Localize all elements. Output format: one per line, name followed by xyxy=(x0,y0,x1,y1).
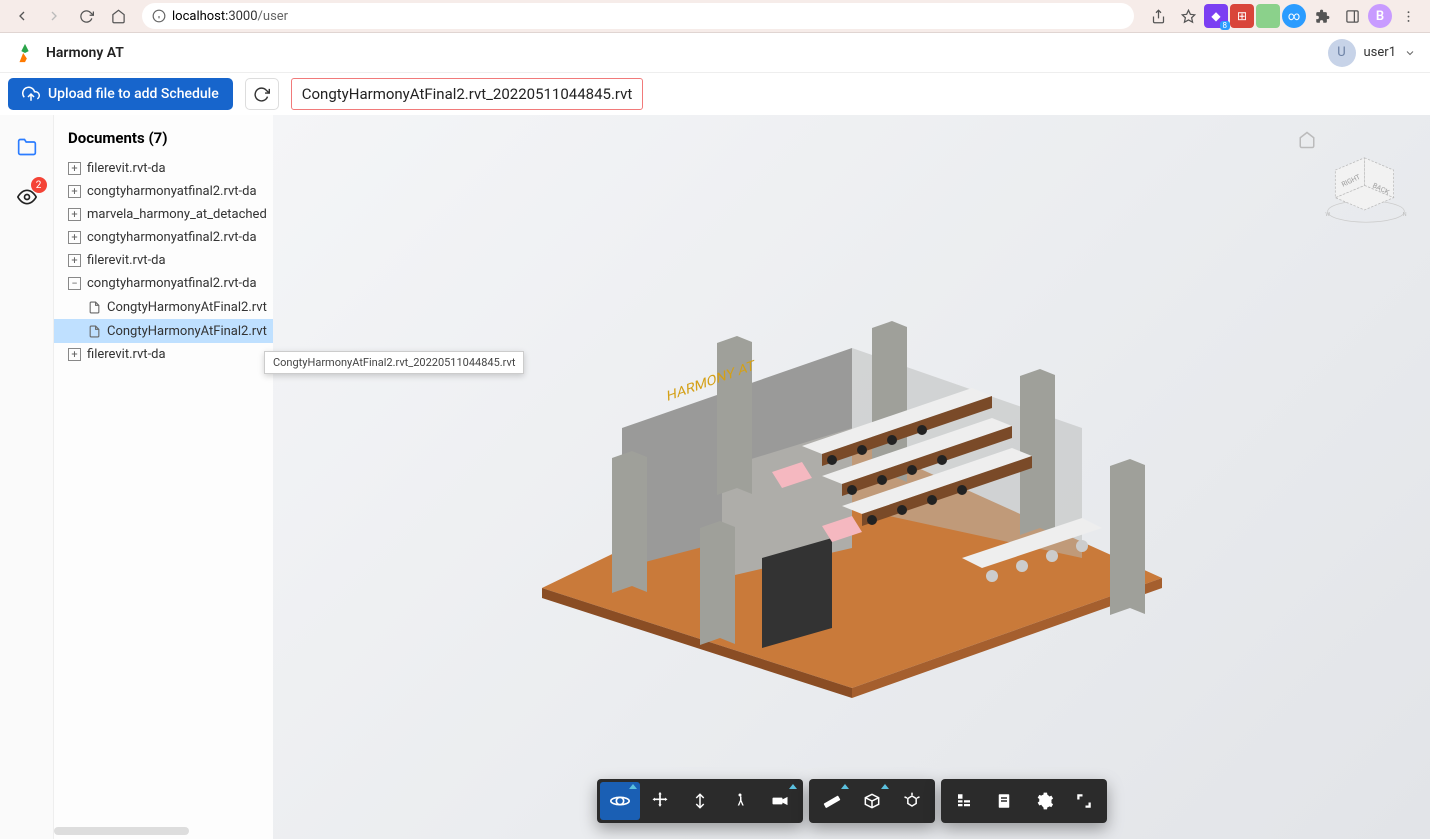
share-icon[interactable] xyxy=(1144,2,1172,30)
upload-label: Upload file to add Schedule xyxy=(48,86,219,102)
tree-sub-label: CongtyHarmonyAtFinal2.rvt xyxy=(107,300,267,315)
extension-green-icon[interactable] xyxy=(1256,4,1280,28)
scrollbar[interactable] xyxy=(54,827,189,835)
measure-button[interactable] xyxy=(812,782,852,820)
documents-panel: Documents (7) + filerevit.rvt-da + congtyha… xyxy=(54,115,273,839)
user-menu[interactable]: U user1 xyxy=(1328,39,1416,67)
document-tree: + filerevit.rvt-da + congtyharmonyatfinal2.… xyxy=(54,157,273,366)
forward-button[interactable] xyxy=(40,2,68,30)
info-icon xyxy=(152,9,166,23)
expand-icon[interactable]: + xyxy=(68,231,81,244)
bookmark-icon[interactable] xyxy=(1174,2,1202,30)
fullscreen-button[interactable] xyxy=(1064,782,1104,820)
svg-text:W: W xyxy=(1325,212,1330,218)
tree-item[interactable]: −congtyharmonyatfinal2.rvt-da xyxy=(54,272,273,295)
app-header: Harmony AT U user1 xyxy=(0,33,1430,73)
extensions-icon[interactable] xyxy=(1308,2,1336,30)
menu-icon[interactable] xyxy=(1394,2,1422,30)
collapse-icon[interactable]: − xyxy=(68,277,81,290)
refresh-icon xyxy=(253,86,270,103)
reload-button[interactable] xyxy=(72,2,100,30)
main: 2 Documents (7) + filerevit.rvt-da + congty… xyxy=(0,115,1430,839)
tree-item[interactable]: + filerevit.rvt-da xyxy=(54,157,273,180)
folder-icon[interactable] xyxy=(13,133,41,161)
camera-button[interactable] xyxy=(760,782,800,820)
orbit-button[interactable] xyxy=(600,782,640,820)
expand-icon[interactable]: + xyxy=(68,254,81,267)
tree-item-label: marvela_harmony_at_detached xyxy=(87,207,267,222)
logo-icon xyxy=(14,42,36,64)
panel-icon[interactable] xyxy=(1338,2,1366,30)
settings-button[interactable] xyxy=(1024,782,1064,820)
viewer-toolbar xyxy=(597,779,1107,823)
toolbar: Upload file to add Schedule CongtyHarmon… xyxy=(0,73,1430,115)
extension-red-icon[interactable]: ⊞ xyxy=(1230,4,1254,28)
properties-button[interactable] xyxy=(984,782,1024,820)
viewcube-home-icon[interactable] xyxy=(1298,131,1316,149)
explode-button[interactable] xyxy=(892,782,932,820)
expand-icon[interactable]: + xyxy=(68,185,81,198)
upload-button[interactable]: Upload file to add Schedule xyxy=(8,78,233,110)
chevron-down-icon xyxy=(1404,47,1416,59)
extension-purple-icon[interactable]: ◆ xyxy=(1204,4,1228,28)
notification-badge: 2 xyxy=(31,177,47,193)
model-browser-button[interactable] xyxy=(944,782,984,820)
panel-title: Documents (7) xyxy=(54,115,273,157)
extension-blue-icon[interactable]: ∞ xyxy=(1282,4,1306,28)
expand-icon[interactable]: + xyxy=(68,348,81,361)
zoom-button[interactable] xyxy=(680,782,720,820)
tree-item-label: congtyharmonyatfinal2.rvt-da xyxy=(87,230,257,245)
visibility-icon[interactable]: 2 xyxy=(13,183,41,211)
tree-item-label: filerevit.rvt-da xyxy=(87,161,166,176)
pan-button[interactable] xyxy=(640,782,680,820)
profile-avatar[interactable]: B xyxy=(1368,4,1392,28)
svg-text:N: N xyxy=(1403,212,1407,218)
toolbar-refresh-button[interactable] xyxy=(245,78,279,110)
brand-name: Harmony AT xyxy=(46,45,124,61)
back-button[interactable] xyxy=(8,2,36,30)
address-bar[interactable]: localhost:3000/user xyxy=(142,3,1134,29)
tree-item[interactable]: + marvela_harmony_at_detached xyxy=(54,203,273,226)
tree-item-label: filerevit.rvt-da xyxy=(87,253,166,268)
tree-item[interactable]: + congtyharmonyatfinal2.rvt-da xyxy=(54,226,273,249)
viewcube[interactable]: W N RIGHT BACK xyxy=(1320,151,1412,229)
viewcube-area: W N RIGHT BACK xyxy=(1292,131,1412,229)
section-button[interactable] xyxy=(852,782,892,820)
url-text: localhost:3000/user xyxy=(172,9,288,24)
tree-sub-item[interactable]: CongtyHarmonyAtFinal2.rvt xyxy=(54,319,273,343)
file-title-label: CongtyHarmonyAtFinal2.rvt_20220511044845… xyxy=(302,85,633,103)
model-illustration: HARMONY AT xyxy=(492,228,1212,698)
expand-icon[interactable]: + xyxy=(68,162,81,175)
tree-item[interactable]: + congtyharmonyatfinal2.rvt-da xyxy=(54,180,273,203)
home-button[interactable] xyxy=(104,2,132,30)
tree-sub-item[interactable]: CongtyHarmonyAtFinal2.rvt xyxy=(54,295,273,319)
walk-button[interactable] xyxy=(720,782,760,820)
browser-chrome: localhost:3000/user ◆ ⊞ ∞ B xyxy=(0,0,1430,33)
tree-sub-label: CongtyHarmonyAtFinal2.rvt xyxy=(107,324,267,339)
tree-item[interactable]: + filerevit.rvt-da xyxy=(54,343,273,366)
brand[interactable]: Harmony AT xyxy=(14,42,124,64)
tooltip: CongtyHarmonyAtFinal2.rvt_20220511044845… xyxy=(264,351,524,374)
tree-item[interactable]: + filerevit.rvt-da xyxy=(54,249,273,272)
user-name-label: user1 xyxy=(1364,45,1396,60)
tree-item-label: congtyharmonyatfinal2.rvt-da xyxy=(87,276,257,291)
user-avatar: U xyxy=(1328,39,1356,67)
left-rail: 2 xyxy=(0,115,54,839)
tree-item-label: congtyharmonyatfinal2.rvt-da xyxy=(87,184,257,199)
expand-icon[interactable]: + xyxy=(68,208,81,221)
cloud-upload-icon xyxy=(22,85,40,103)
tree-item-label: filerevit.rvt-da xyxy=(87,347,166,362)
viewer-3d[interactable]: W N RIGHT BACK xyxy=(273,115,1430,839)
browser-actions: ◆ ⊞ ∞ B xyxy=(1144,2,1422,30)
file-title-box[interactable]: CongtyHarmonyAtFinal2.rvt_20220511044845… xyxy=(291,78,644,110)
